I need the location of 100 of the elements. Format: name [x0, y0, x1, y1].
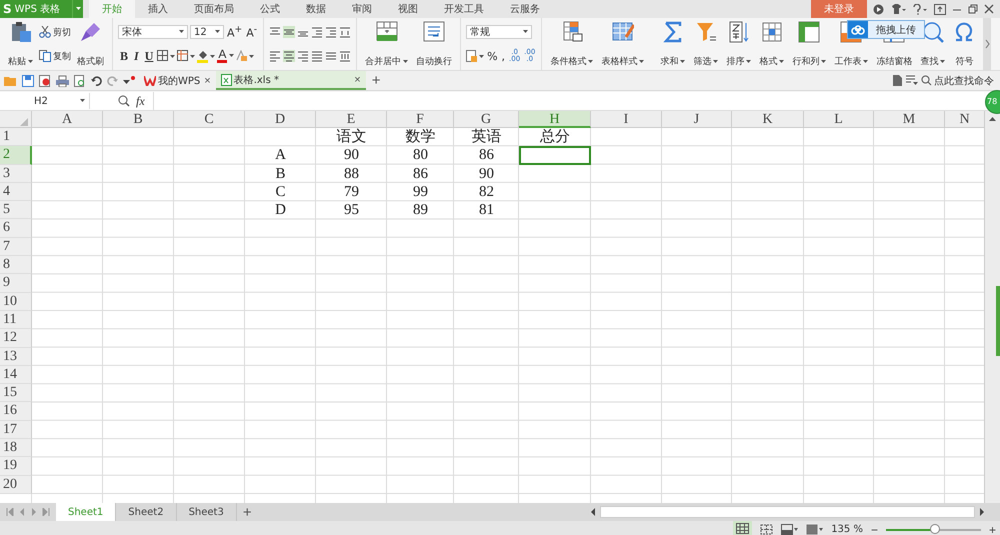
column-header[interactable]: L [804, 111, 874, 128]
table-cell[interactable]: 88 [316, 164, 387, 183]
align-icon[interactable] [311, 50, 324, 62]
caret-icon[interactable] [680, 60, 686, 64]
selected-cell[interactable] [519, 146, 591, 165]
insert-function-button[interactable]: fx [136, 94, 145, 108]
caret-icon[interactable] [639, 60, 644, 64]
row-header[interactable]: 15 [0, 384, 32, 402]
menu-tab[interactable]: 数据 [293, 0, 339, 18]
caret-icon[interactable] [229, 54, 234, 58]
ribbon-button[interactable]: 排序 [723, 18, 754, 70]
merge-center-button[interactable]: 合并居中 [362, 18, 412, 70]
row-header[interactable]: 16 [0, 402, 32, 421]
new-tab-button[interactable]: + [366, 72, 386, 89]
row-header[interactable]: 19 [0, 457, 32, 476]
borders-icon[interactable] [157, 50, 176, 62]
caret-icon[interactable] [713, 60, 718, 64]
align-icon[interactable] [325, 26, 338, 38]
ribbon-button[interactable]: 格式 [756, 18, 788, 70]
row-header[interactable]: 20 [0, 476, 32, 494]
row-header[interactable]: 3 [0, 164, 32, 183]
align-icon[interactable] [283, 50, 296, 62]
zoom-out-button[interactable]: − [870, 522, 878, 535]
align-icon[interactable] [311, 26, 324, 38]
side-handle[interactable] [996, 286, 1000, 356]
menu-tab[interactable]: 云服务 [497, 0, 553, 18]
scroll-right-icon[interactable] [979, 508, 985, 516]
table-cell[interactable]: 90 [316, 146, 387, 165]
caret-icon[interactable] [28, 60, 33, 64]
column-header[interactable]: I [591, 111, 662, 128]
fill-color-icon[interactable] [197, 50, 216, 63]
caret-icon[interactable] [779, 60, 784, 64]
font-name-field[interactable]: 宋体 [118, 25, 188, 40]
upload-tooltip[interactable]: 拖拽上传 [847, 20, 925, 39]
column-header[interactable]: A [32, 111, 103, 128]
caret-icon[interactable] [523, 30, 528, 34]
table-cell[interactable]: 英语 [454, 128, 519, 146]
table-cell[interactable]: 81 [454, 201, 519, 220]
restore-icon[interactable] [968, 4, 978, 14]
number-format-field[interactable]: 常规 [466, 25, 532, 39]
ribbon-button[interactable]: 行和列 [789, 18, 830, 70]
zoom-slider-thumb[interactable] [930, 524, 940, 534]
filter-list-icon[interactable] [906, 75, 918, 86]
percent-button[interactable]: % [486, 50, 499, 62]
column-header[interactable]: G [454, 111, 519, 128]
column-header[interactable]: N [945, 111, 984, 128]
table-cell[interactable]: 89 [387, 201, 454, 220]
table-cell[interactable]: 数学 [387, 128, 454, 146]
row-header[interactable]: 14 [0, 366, 32, 384]
row-header[interactable]: 11 [0, 310, 32, 330]
italic-button[interactable]: I [132, 48, 141, 64]
row-header[interactable]: 2 [0, 146, 32, 165]
table-cell[interactable]: 86 [387, 164, 454, 183]
page-layout-view-icon[interactable] [781, 524, 798, 535]
app-menu-button[interactable]: S WPS 表格 [0, 0, 72, 18]
row-header[interactable]: 1 [0, 128, 32, 146]
table-cell[interactable]: 79 [316, 182, 387, 202]
menu-tab[interactable]: 开发工具 [431, 0, 497, 18]
row-header[interactable]: 6 [0, 219, 32, 238]
caret-icon[interactable] [76, 7, 80, 11]
align-icon[interactable] [297, 50, 310, 62]
zoom-icon[interactable] [118, 95, 130, 107]
pdf-export-icon[interactable] [39, 74, 51, 86]
name-box[interactable]: H2 [0, 93, 90, 109]
row-header[interactable]: 7 [0, 238, 32, 256]
align-icon[interactable] [269, 50, 282, 62]
column-header[interactable]: F [387, 111, 454, 128]
caret-icon[interactable] [588, 60, 594, 64]
sheet-tab[interactable]: Sheet1 [56, 503, 116, 521]
column-header[interactable]: M [874, 111, 945, 128]
close-tab-button[interactable]: × [204, 74, 211, 86]
reading-view-icon[interactable] [806, 524, 824, 535]
close-tab-button[interactable]: × [354, 74, 361, 86]
table-cell[interactable]: 80 [387, 146, 454, 165]
caret-icon[interactable] [215, 30, 220, 34]
shirt-icon[interactable] [890, 4, 906, 14]
ribbon-button[interactable]: 表格样式 [598, 18, 648, 70]
row-header[interactable]: 17 [0, 420, 32, 440]
ribbon-button[interactable]: 符号 [950, 18, 978, 70]
table-cell[interactable]: B [245, 164, 316, 183]
document-icon[interactable] [893, 75, 903, 86]
table-cell[interactable]: 总分 [519, 128, 591, 146]
paste-button[interactable]: 粘贴 [5, 18, 36, 70]
print-preview-icon[interactable] [74, 74, 86, 86]
column-header[interactable]: K [732, 111, 804, 128]
row-header[interactable]: 4 [0, 182, 32, 202]
column-header[interactable]: H [519, 111, 591, 128]
add-sheet-button[interactable]: + [236, 504, 258, 520]
caret-icon[interactable] [403, 60, 408, 64]
table-cell[interactable]: 86 [454, 146, 519, 165]
save-icon[interactable] [22, 74, 34, 86]
table-cell[interactable]: C [245, 182, 316, 202]
print-icon[interactable] [56, 74, 69, 86]
caret-icon[interactable] [80, 99, 85, 103]
menu-tab[interactable]: 插入 [135, 0, 181, 18]
ribbon-button[interactable]: 求和 [657, 18, 688, 70]
caret-icon[interactable] [940, 60, 946, 64]
help-icon[interactable] [912, 4, 928, 14]
table-cell[interactable]: 语文 [316, 128, 387, 146]
comma-button[interactable]: , [500, 50, 506, 62]
